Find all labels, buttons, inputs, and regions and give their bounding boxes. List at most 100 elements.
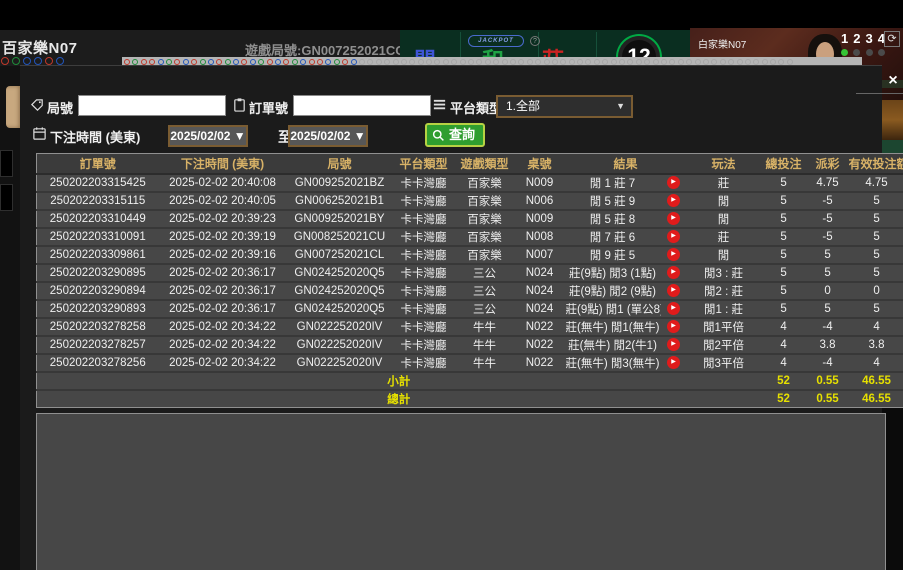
bead-empty (644, 59, 650, 65)
cell-result: 莊(無牛) 閒3(無牛) (565, 354, 661, 372)
table-body: 2502022033154252025-02-02 20:40:08GN0092… (37, 174, 903, 408)
bead-empty (577, 59, 583, 65)
cell-time: 2025-02-02 20:34:22 (159, 336, 287, 354)
bead-empty (678, 59, 684, 65)
replay-button[interactable]: ▶ (667, 302, 680, 315)
bead-marker (334, 59, 340, 65)
bead-empty (544, 59, 550, 65)
replay-button[interactable]: ▶ (667, 320, 680, 333)
bead-empty (728, 59, 734, 65)
replay-button[interactable]: ▶ (667, 338, 680, 351)
cell-play: 閒2平倍 (687, 336, 761, 354)
cell-result: 閒 1 莊 7 (565, 174, 661, 192)
replay-button[interactable]: ▶ (667, 230, 680, 243)
cell-round: GN022252020IV (287, 354, 393, 372)
cell-valid: 3.8 (849, 336, 903, 354)
cell-game: 百家樂 (455, 228, 515, 246)
bead-marker (166, 59, 172, 65)
cell-valid: 4.75 (849, 174, 903, 192)
cell-time: 2025-02-02 20:36:17 (159, 300, 287, 318)
bet-records-dialog: 局號 訂單號 平台類型 1.全部 ▼ 下注時間 (美東) 2025/02/02 … (20, 65, 882, 570)
left-game-edge (0, 66, 20, 570)
cell-bet: 5 (761, 246, 807, 264)
bead-empty (510, 59, 516, 65)
cell-result: 莊(9點) 閒3 (1點) (565, 264, 661, 282)
cell-game: 三公 (455, 264, 515, 282)
bead-empty (485, 59, 491, 65)
seat-number: 2 (853, 31, 860, 46)
bead-marker (158, 59, 164, 65)
replay-button[interactable]: ▶ (667, 212, 680, 225)
replay-button[interactable]: ▶ (667, 266, 680, 279)
cell-time: 2025-02-02 20:39:16 (159, 246, 287, 264)
cell-replay: ▶ (661, 246, 687, 264)
bead-empty (720, 59, 726, 65)
replay-button[interactable]: ▶ (667, 284, 680, 297)
replay-button[interactable]: ▶ (667, 194, 680, 207)
cell-bet: 5 (761, 228, 807, 246)
cell-platform: 卡卡灣廳 (393, 282, 455, 300)
cell-time: 2025-02-02 20:34:22 (159, 318, 287, 336)
search-icon (432, 129, 445, 142)
replay-button[interactable]: ▶ (667, 176, 680, 189)
cell-table: N022 (515, 354, 565, 372)
close-icon[interactable]: × (884, 72, 902, 90)
bead-empty (745, 59, 751, 65)
cell-result: 莊(無牛) 閒2(牛1) (565, 336, 661, 354)
table-row: 2502022033154252025-02-02 20:40:08GN0092… (37, 174, 903, 192)
round-input[interactable] (78, 95, 226, 116)
seat-number: 3 (866, 31, 873, 46)
bead-empty (611, 59, 617, 65)
date-from-select[interactable]: 2025/02/02 ▼ (168, 125, 248, 147)
cell-game: 百家樂 (455, 192, 515, 210)
bead-empty (476, 59, 482, 65)
cell-valid: 5 (849, 300, 903, 318)
bead-empty (535, 59, 541, 65)
cell-result: 莊(9點) 閒2 (9點) (565, 282, 661, 300)
search-button[interactable]: 查詢 (425, 123, 485, 147)
cell-valid: 5 (849, 192, 903, 210)
order-input[interactable] (293, 95, 431, 116)
bead-empty (753, 59, 759, 65)
bead-marker (241, 59, 247, 65)
cell-round: GN008252021CU (287, 228, 393, 246)
cell-platform: 卡卡灣廳 (393, 264, 455, 282)
cell-time: 2025-02-02 20:36:17 (159, 264, 287, 282)
cell-replay: ▶ (661, 174, 687, 192)
seat-number: 1 (841, 31, 848, 46)
cell-payout: 0 (807, 282, 849, 300)
bead-empty (695, 59, 701, 65)
subtotal-row-payout: 0.55 (807, 372, 849, 390)
cell-time: 2025-02-02 20:40:05 (159, 192, 287, 210)
platform-select[interactable]: 1.全部 ▼ (496, 95, 633, 118)
jackpot-help-icon[interactable]: ? (530, 36, 540, 46)
cell-table: N007 (515, 246, 565, 264)
bead-marker (1, 57, 9, 65)
column-header: 結果 (565, 154, 687, 174)
bead-empty (636, 59, 642, 65)
table-row: 2502022033151152025-02-02 20:40:05GN0062… (37, 192, 903, 210)
bead-marker (317, 59, 323, 65)
cell-result: 閒 5 莊 8 (565, 210, 661, 228)
cell-game: 三公 (455, 282, 515, 300)
date-to-select[interactable]: 2025/02/02 ▼ (288, 125, 368, 147)
replay-button[interactable]: ▶ (667, 248, 680, 261)
cell-replay: ▶ (661, 192, 687, 210)
table-row: 2502022032908942025-02-02 20:36:17GN0242… (37, 282, 903, 300)
cell-play: 閒 (687, 246, 761, 264)
column-header: 下注時間 (美東) (159, 154, 287, 174)
cell-bet: 5 (761, 174, 807, 192)
seat-numbers: 1234 (841, 31, 885, 46)
bead-empty (376, 59, 382, 65)
bead-marker (225, 59, 231, 65)
bead-empty (393, 59, 399, 65)
refresh-icon[interactable]: ⟳ (884, 31, 900, 47)
replay-button[interactable]: ▶ (667, 356, 680, 369)
cell-platform: 卡卡灣廳 (393, 354, 455, 372)
cell-bet: 4 (761, 336, 807, 354)
cell-bet: 4 (761, 318, 807, 336)
table-footer-panel (36, 413, 886, 570)
cell-order: 250202203310449 (37, 210, 159, 228)
cell-result: 莊(無牛) 閒1(無牛) (565, 318, 661, 336)
chevron-down-icon: ▼ (616, 97, 625, 116)
